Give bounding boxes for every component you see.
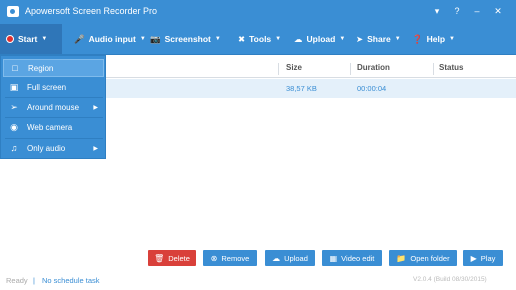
video-edit-label: Video edit [341, 253, 375, 263]
start-label: Start [18, 34, 38, 44]
help-label: Help [426, 34, 446, 44]
film-icon: ▦ [329, 253, 338, 263]
cell-size: 38,57 KB [286, 84, 317, 93]
chevron-down-icon: ▼ [275, 36, 282, 42]
play-button[interactable]: ▶ Play [463, 250, 503, 266]
tools-button[interactable]: ✖ Tools ▼ [238, 24, 281, 54]
share-label: Share [367, 34, 391, 44]
column-size[interactable]: Size [286, 63, 302, 72]
menu-item-label: Region [28, 63, 54, 73]
menu-item-only-audio[interactable]: ♫ Only audio ▶ [3, 139, 104, 157]
record-icon [6, 35, 14, 43]
help-button[interactable]: ❓ Help ▼ [412, 24, 455, 54]
play-icon: ▶ [470, 253, 477, 263]
screenshot-button[interactable]: 📷 Screenshot ▼ [150, 24, 221, 54]
column-divider [350, 63, 351, 75]
minimize-icon[interactable]: – [470, 5, 484, 18]
menu-icon[interactable]: ▾ [430, 5, 444, 18]
cloud-upload-icon: ☁ [272, 253, 281, 263]
column-duration[interactable]: Duration [357, 63, 390, 72]
upload-action-label: Upload [284, 253, 308, 263]
tools-label: Tools [249, 34, 272, 44]
camera-icon: 📷 [150, 33, 161, 44]
remove-label: Remove [221, 253, 250, 263]
screenshot-label: Screenshot [164, 34, 211, 44]
chevron-down-icon: ▼ [449, 36, 455, 42]
upload-button[interactable]: ☁ Upload ▼ [294, 24, 345, 54]
microphone-icon: 🎤 [74, 33, 85, 44]
chevron-down-icon: ▼ [214, 36, 221, 42]
version-text: V2.0.4 (Build 08/30/2015) [413, 276, 487, 283]
remove-circle-icon: ⊗ [210, 253, 218, 263]
menu-item-around-mouse[interactable]: ➢ Around mouse ▶ [3, 98, 104, 116]
upload-label: Upload [306, 34, 336, 44]
menu-item-label: Full screen [27, 82, 67, 92]
help-circle-icon: ❓ [412, 33, 423, 44]
open-folder-label: Open folder [410, 253, 450, 263]
share-button[interactable]: ➤ Share ▼ [356, 24, 401, 54]
menu-item-region[interactable]: □ Region [3, 59, 104, 77]
help-icon[interactable]: ? [450, 5, 464, 18]
menu-item-web-camera[interactable]: ◉ Web camera [3, 118, 104, 136]
close-icon[interactable]: ✕ [491, 5, 505, 18]
chevron-down-icon: ▼ [41, 36, 48, 42]
region-icon: □ [12, 63, 18, 73]
cloud-upload-icon: ☁ [294, 33, 303, 44]
upload-action-button[interactable]: ☁ Upload [265, 250, 315, 266]
cell-duration: 00:00:04 [357, 84, 387, 93]
folder-icon: 📁 [396, 253, 407, 263]
menu-item-label: Only audio [27, 143, 66, 153]
chevron-right-icon: ▶ [93, 145, 98, 152]
video-edit-button[interactable]: ▦ Video edit [322, 250, 382, 266]
app-logo-icon [7, 6, 19, 17]
monitor-icon: ▣ [9, 81, 19, 92]
schedule-task-link[interactable]: No schedule task [42, 276, 100, 285]
share-icon: ➤ [356, 33, 364, 44]
status-text: Ready [6, 276, 28, 285]
delete-button[interactable]: 🗑 Delete [148, 250, 196, 266]
audio-input-button[interactable]: 🎤 Audio input ▼ [74, 24, 146, 54]
chevron-down-icon: ▼ [139, 36, 146, 42]
column-divider [278, 63, 279, 75]
chevron-down-icon: ▼ [339, 36, 346, 42]
title-bar: Apowersoft Screen Recorder Pro ▾ ? – ✕ [0, 0, 516, 24]
webcam-icon: ◉ [10, 121, 18, 132]
chevron-right-icon: ▶ [93, 104, 98, 111]
open-folder-button[interactable]: 📁 Open folder [389, 250, 457, 266]
audio-input-label: Audio input [88, 34, 136, 44]
chevron-down-icon: ▼ [394, 36, 401, 42]
remove-button[interactable]: ⊗ Remove [203, 250, 257, 266]
status-bar: Ready | No schedule task V2.0.4 (Build 0… [0, 270, 516, 290]
menu-item-label: Around mouse [27, 102, 80, 112]
play-label: Play [480, 253, 496, 263]
column-status[interactable]: Status [439, 63, 463, 72]
main-toolbar: Start ▼ 🎤 Audio input ▼ 📷 Screenshot ▼ ✖… [0, 24, 516, 55]
start-dropdown-menu: □ Region ▣ Full screen ➢ Around mouse ▶ … [0, 55, 106, 159]
delete-label: Delete [168, 253, 190, 263]
menu-item-full-screen[interactable]: ▣ Full screen [3, 78, 104, 96]
menu-item-label: Web camera [27, 122, 73, 132]
start-button[interactable]: Start ▼ [0, 24, 62, 54]
music-note-icon: ♫ [10, 143, 18, 153]
tools-icon: ✖ [238, 33, 246, 44]
trash-icon: 🗑 [154, 253, 165, 263]
column-divider [433, 63, 434, 75]
mouse-icon: ➢ [10, 101, 18, 112]
window-title: Apowersoft Screen Recorder Pro [25, 6, 158, 16]
status-separator: | [33, 276, 35, 285]
